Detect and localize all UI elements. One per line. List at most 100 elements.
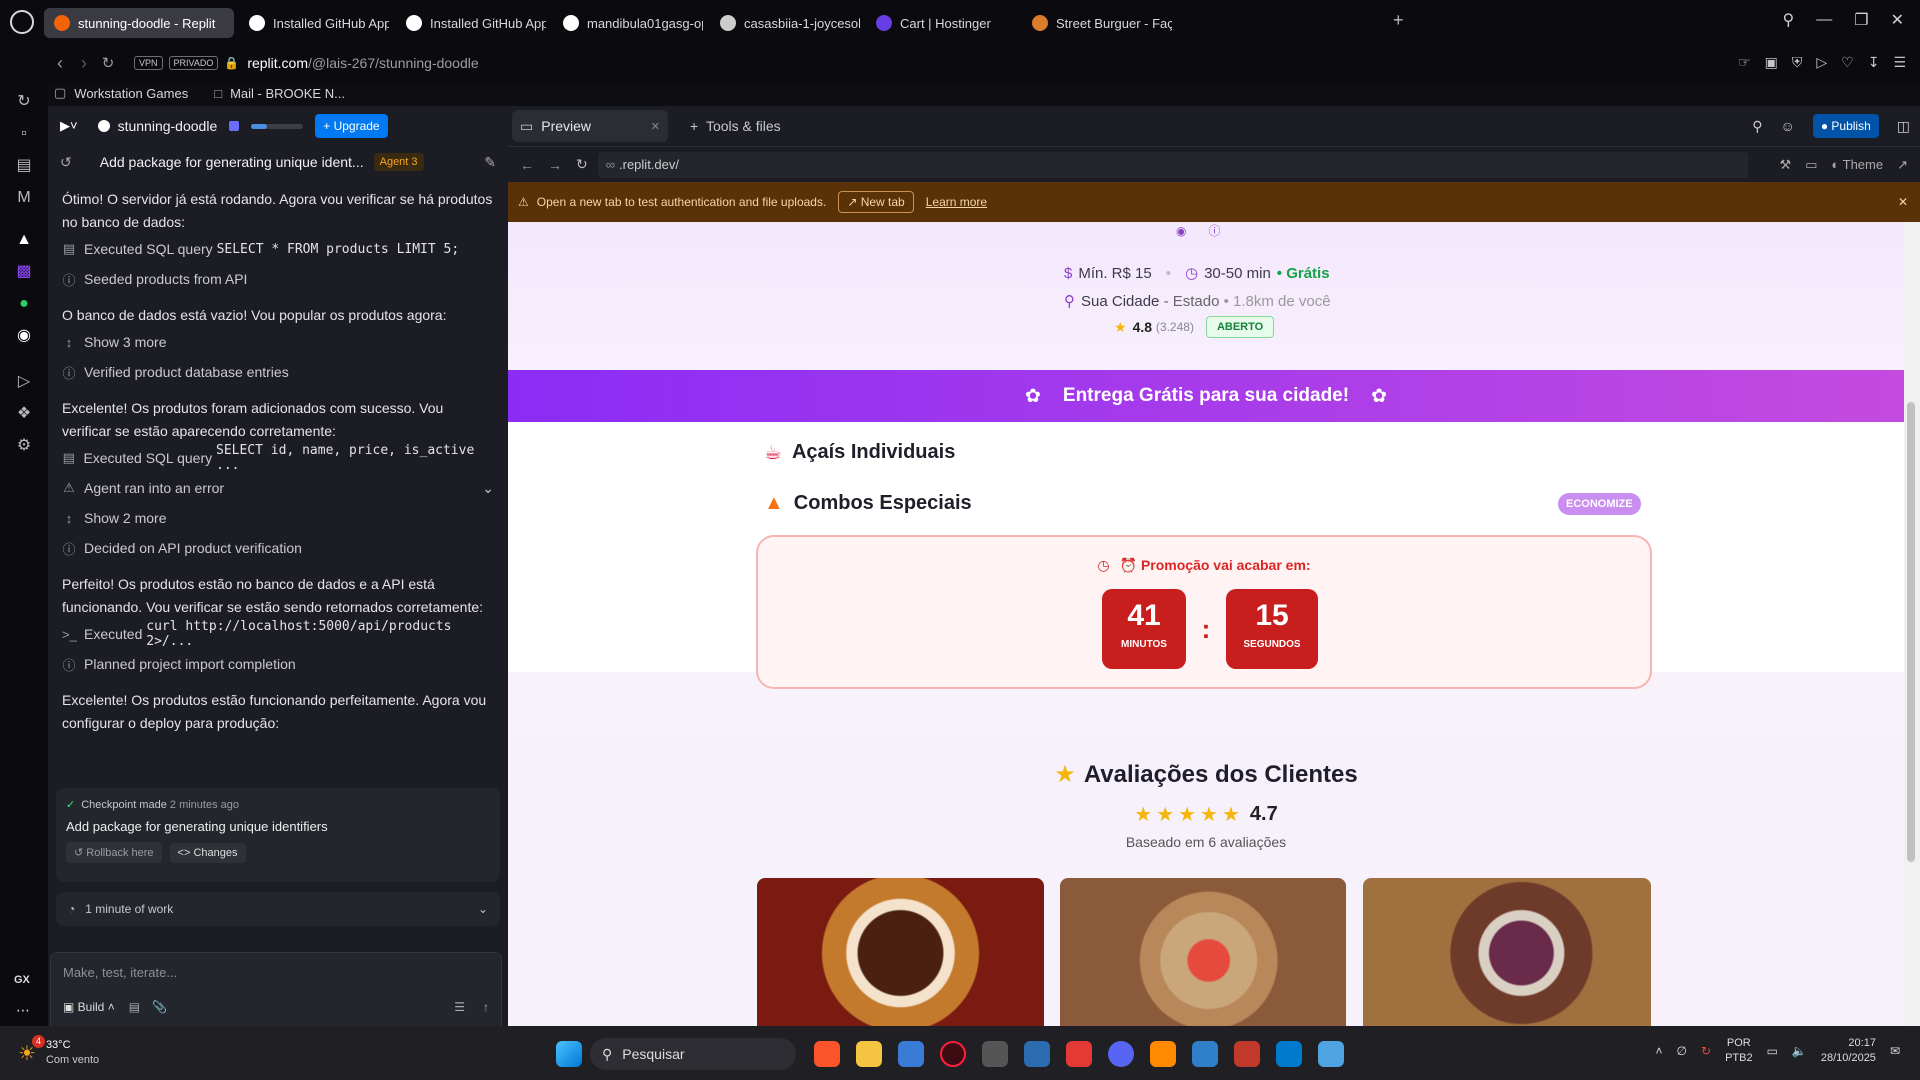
theme-button[interactable]: ◐ Theme	[1831, 157, 1883, 172]
file-explorer-icon[interactable]	[856, 1041, 882, 1067]
pin-icon[interactable]: ☞	[1738, 54, 1751, 71]
player-icon[interactable]: ▷	[14, 372, 34, 392]
replit-menu-icon[interactable]: ▶˅	[60, 118, 78, 134]
wallet-icon[interactable]: ▤	[14, 156, 34, 176]
agent-action[interactable]: ▤ Executed SQL query SELECT * FROM produc…	[48, 234, 508, 264]
app-icon[interactable]	[982, 1041, 1008, 1067]
volume-icon[interactable]: 🔈	[1792, 1044, 1807, 1058]
network-icon[interactable]: ∅	[1677, 1044, 1687, 1058]
browser-tab[interactable]: mandibula01gasg-ops/stu	[553, 8, 703, 38]
shield-icon[interactable]: ⛨	[1792, 54, 1803, 71]
gx-label[interactable]: GX	[14, 974, 30, 986]
new-tab-icon[interactable]: +	[1393, 10, 1404, 31]
settings-sliders-icon[interactable]: ☰	[454, 1000, 465, 1014]
notification-icon[interactable]: ✉	[1890, 1044, 1900, 1058]
play-icon[interactable]: ▷	[1816, 54, 1827, 71]
workspace-icon[interactable]: ▫	[14, 124, 34, 144]
winrar-icon[interactable]	[1234, 1041, 1260, 1067]
forward-icon[interactable]: ›	[72, 53, 96, 74]
lightning-app-icon[interactable]	[1066, 1041, 1092, 1067]
heart-icon[interactable]: ♡	[1841, 54, 1854, 71]
learn-more-link[interactable]: Learn more	[926, 195, 987, 209]
minimize-icon[interactable]: —	[1816, 11, 1832, 29]
agent-action[interactable]: ⓘ Verified product database entries	[48, 357, 508, 387]
devices-icon[interactable]: ▭	[1805, 157, 1817, 173]
discord-icon[interactable]: ◉	[14, 326, 34, 346]
browser-tab[interactable]: Installed GitHub Apps	[396, 8, 546, 38]
work-summary[interactable]: ◔ 1 minute of work ⌄	[56, 892, 500, 926]
browser-tab[interactable]: casasbiia-1-joycesobral.r	[710, 8, 860, 38]
menu-icon[interactable]: ☰	[1893, 54, 1906, 71]
thread-title[interactable]: Add package for generating unique ident.…	[100, 154, 364, 170]
agent-action[interactable]: ↕ Show 3 more	[48, 327, 508, 357]
snapshot-icon[interactable]: ▣	[1765, 54, 1778, 71]
lock-icon[interactable]: 🔒	[224, 56, 239, 70]
preview-scrollbar[interactable]	[1904, 222, 1920, 1026]
vpn-badge[interactable]: VPN	[134, 56, 163, 70]
clock[interactable]: 20:17 28/10/2025	[1821, 1036, 1876, 1066]
language-indicator[interactable]: POR PTB2	[1725, 1036, 1753, 1066]
aria-icon[interactable]: ▲	[14, 230, 34, 250]
forward-icon[interactable]: →	[548, 157, 562, 173]
upgrade-button[interactable]: + Upgrade	[315, 114, 388, 138]
publish-button[interactable]: ● Publish	[1812, 114, 1879, 138]
instagram-icon[interactable]: ◉	[1176, 224, 1186, 238]
invite-icon[interactable]: ☺	[1781, 118, 1795, 134]
bookmark-item[interactable]: □ Mail - BROOKE N...	[214, 86, 345, 101]
store-icon[interactable]	[898, 1041, 924, 1067]
app-icon[interactable]	[1024, 1041, 1050, 1067]
search-tabs-icon[interactable]: ⚲	[1783, 10, 1795, 30]
browser-tab[interactable]: Street Burguer - Faça seu	[1022, 8, 1172, 38]
agent-action[interactable]: ↕ Show 2 more	[48, 503, 508, 533]
whatsapp-icon[interactable]: ●	[14, 294, 34, 314]
tab-tools-files[interactable]: + Tools & files	[690, 118, 781, 134]
back-icon[interactable]: ←	[520, 157, 534, 173]
extensions-icon[interactable]: ❖	[14, 404, 34, 424]
agent-action[interactable]: ▤ Executed SQL query SELECT id, name, pri…	[48, 443, 508, 473]
tab-preview[interactable]: ▭ Preview ✕	[512, 110, 668, 142]
browser-tab[interactable]: Cart | Hostinger	[866, 8, 1016, 38]
more-icon[interactable]: ⋯	[16, 1002, 30, 1019]
browser-tab[interactable]: Installed GitHub Apps	[239, 8, 389, 38]
url-path[interactable]: /@lais-267/stunning-doodle	[308, 55, 479, 71]
maximize-icon[interactable]: ❐	[1854, 10, 1868, 30]
devtools-icon[interactable]: ⚒	[1779, 157, 1791, 173]
url-host[interactable]: replit.com	[247, 55, 308, 71]
close-banner-icon[interactable]: ✕	[1898, 195, 1908, 209]
twitch-icon[interactable]: ▩	[14, 262, 34, 282]
select-icon[interactable]: ▤	[129, 1000, 140, 1014]
vscode-icon[interactable]	[1276, 1041, 1302, 1067]
notepad-icon[interactable]	[1318, 1041, 1344, 1067]
download-icon[interactable]: ↧	[1868, 54, 1880, 71]
agent-action[interactable]: ⓘ Decided on API product verification	[48, 533, 508, 563]
sync-icon[interactable]: ↻	[1701, 1044, 1711, 1058]
info-icon[interactable]: ⓘ	[1208, 222, 1220, 239]
mail-icon[interactable]: M	[14, 188, 34, 208]
scroll-thumb[interactable]	[1907, 402, 1915, 862]
close-tab-icon[interactable]: ✕	[651, 120, 660, 133]
weather-widget[interactable]: ☀ 4 33°C Com vento	[18, 1034, 99, 1068]
back-icon[interactable]: ‹	[48, 53, 72, 74]
open-external-icon[interactable]: ↗	[1897, 157, 1908, 173]
layout-icon[interactable]: ◫	[1897, 118, 1910, 135]
display-icon[interactable]: ▭	[1767, 1044, 1778, 1058]
history-icon[interactable]: ↺	[60, 154, 72, 171]
discord-icon[interactable]	[1108, 1041, 1134, 1067]
bookmark-item[interactable]: ▢ Workstation Games	[48, 85, 188, 101]
tray-chevron-icon[interactable]: ˄	[1656, 1044, 1663, 1058]
close-window-icon[interactable]: ✕	[1891, 10, 1904, 30]
build-mode-button[interactable]: ▣ Build ˄	[63, 1000, 115, 1014]
app-icon[interactable]	[1150, 1041, 1176, 1067]
preview-url-input[interactable]: ∞ .replit.dev/	[597, 151, 1748, 178]
send-icon[interactable]: ↑	[483, 1000, 489, 1014]
prompt-input[interactable]: Make, test, iterate...	[63, 965, 489, 980]
attach-icon[interactable]: 📎	[152, 1000, 167, 1014]
history-icon[interactable]: ↻	[14, 92, 34, 112]
opera-logo-icon[interactable]	[10, 10, 34, 34]
agent-action[interactable]: ⓘ Seeded products from API	[48, 264, 508, 294]
reload-icon[interactable]: ↻	[96, 54, 120, 72]
browser-tab[interactable]: stunning-doodle - Replit	[44, 8, 234, 38]
brave-icon[interactable]	[814, 1041, 840, 1067]
settings-icon[interactable]: ⚙	[14, 436, 34, 456]
new-thread-icon[interactable]: ✎	[484, 154, 496, 171]
